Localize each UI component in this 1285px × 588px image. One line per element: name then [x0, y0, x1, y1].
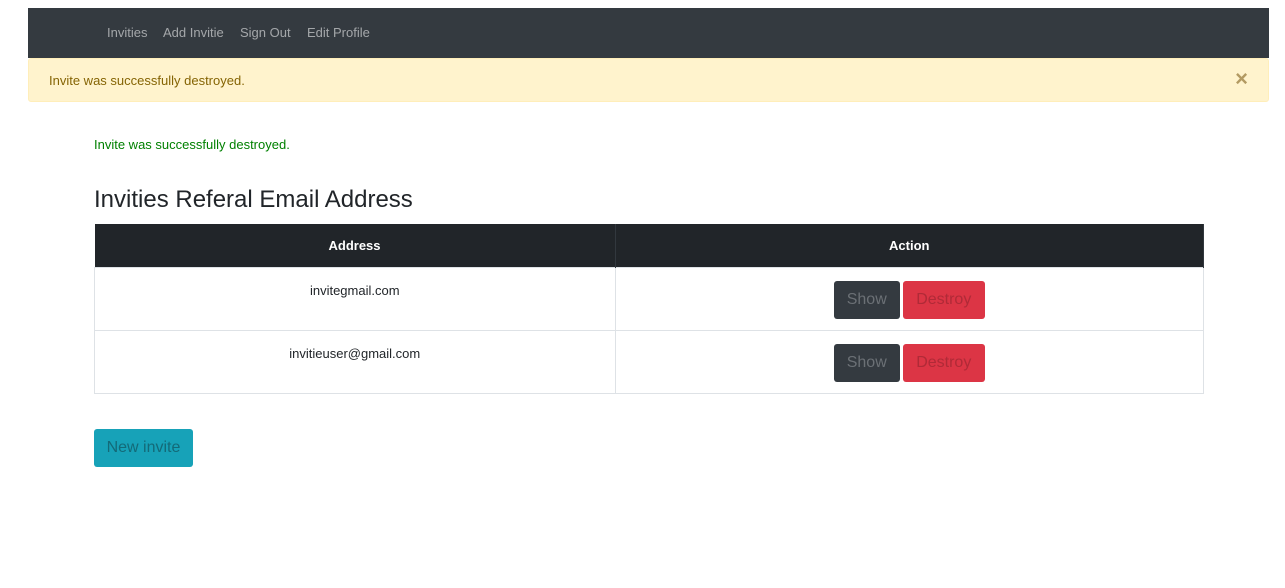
show-button[interactable]: Show [833, 344, 900, 382]
nav-link-sign-out[interactable]: Sign Out [240, 25, 291, 40]
invite-email: invitieuser@gmail.com [289, 346, 421, 361]
nav-link-edit-profile[interactable]: Edit Profile [307, 25, 370, 40]
table-row: invitieuser@gmail.com Show Destroy [94, 330, 1204, 394]
nav-link-invities[interactable]: Invities [107, 25, 147, 40]
action-cell: Show Destroy [614, 330, 1204, 394]
action-cell: Show Destroy [614, 267, 1204, 331]
address-cell: invitegmail.com [94, 267, 616, 331]
table-header-row: Address Action [94, 224, 1204, 268]
notice-message: Invite was successfully destroyed. [94, 137, 290, 152]
flash-alert: Invite was successfully destroyed. × [28, 58, 1269, 102]
page-title: Invities Referal Email Address [94, 186, 413, 213]
top-navbar: Invities Add Invitie Sign Out Edit Profi… [28, 8, 1269, 58]
new-invite-button[interactable]: New invite [94, 429, 193, 467]
column-header-address: Address [94, 224, 616, 268]
alert-message: Invite was successfully destroyed. [49, 73, 245, 88]
table-row: invitegmail.com Show Destroy [94, 267, 1204, 331]
close-icon[interactable]: × [1235, 68, 1248, 90]
nav-link-add-invitie[interactable]: Add Invitie [163, 25, 224, 40]
destroy-button[interactable]: Destroy [902, 281, 985, 319]
invite-email: invitegmail.com [309, 283, 400, 298]
column-header-action: Action [615, 224, 1204, 268]
destroy-button[interactable]: Destroy [902, 344, 985, 382]
invites-table: Address Action invitegmail.com Show Dest… [94, 224, 1204, 394]
address-cell: invitieuser@gmail.com [94, 330, 616, 394]
show-button[interactable]: Show [833, 281, 900, 319]
